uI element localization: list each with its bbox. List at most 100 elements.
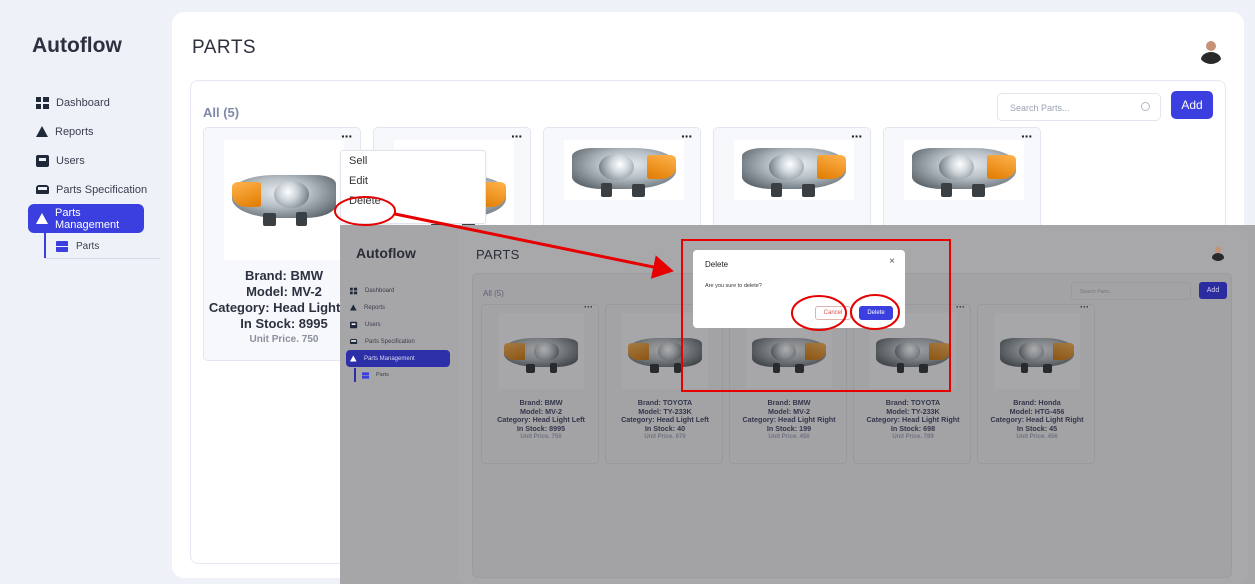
users-icon bbox=[36, 154, 49, 167]
dialog-message: Are you sure to delete? bbox=[705, 283, 762, 289]
parts-list-icon bbox=[56, 240, 68, 252]
reports-icon bbox=[36, 126, 48, 137]
part-card: ··· Brand: TOYOTA Model: TY-233K Categor… bbox=[605, 302, 724, 464]
sidebar-item-label: Parts Management bbox=[55, 206, 120, 231]
part-image bbox=[564, 140, 684, 200]
part-price: Unit Price. 456 bbox=[1016, 434, 1058, 441]
menu-item-sell[interactable]: Sell bbox=[341, 151, 485, 171]
dashboard-grid-icon bbox=[36, 96, 49, 109]
users-icon bbox=[350, 321, 358, 328]
dashboard-grid-icon bbox=[350, 287, 358, 294]
card-context-menu: Sell Edit Delete bbox=[340, 150, 486, 224]
part-price: Unit Price. 670 bbox=[644, 434, 686, 441]
filter-all-tab[interactable]: All (5) bbox=[203, 105, 239, 120]
add-button[interactable]: Add bbox=[1171, 91, 1213, 119]
search-input[interactable]: Search Parts... bbox=[1071, 282, 1191, 300]
sidebar-item-label: Users bbox=[56, 154, 85, 167]
bus-icon bbox=[36, 185, 49, 194]
sidebar-item-label: Users bbox=[365, 321, 381, 328]
headlight-image bbox=[572, 144, 676, 200]
sidebar-item-label: Dashboard bbox=[56, 96, 110, 109]
brand-logo: Autoflow bbox=[32, 34, 122, 57]
part-stock: In Stock: 45 bbox=[1016, 423, 1058, 433]
headlight-image bbox=[912, 144, 1016, 200]
sidebar-item-label: Reports bbox=[364, 304, 386, 311]
part-card: ··· Brand: Honda Model: HTG-456 Category… bbox=[977, 302, 1096, 464]
menu-item-delete[interactable]: Delete bbox=[341, 191, 485, 211]
part-details: Brand: TOYOTA Model: TY-233K Category: H… bbox=[854, 398, 972, 442]
sidebar-item-parts-specification[interactable]: Parts Specification bbox=[350, 333, 458, 350]
sidebar-item-label: Parts Specification bbox=[56, 183, 148, 196]
avatar[interactable] bbox=[1198, 38, 1224, 64]
part-details: Brand: Honda Model: HTG-456 Category: He… bbox=[978, 398, 1096, 442]
part-image bbox=[734, 140, 854, 200]
more-menu-icon[interactable]: ··· bbox=[956, 302, 965, 312]
part-image bbox=[904, 140, 1024, 200]
sidebar-item-users[interactable]: Users bbox=[36, 146, 166, 175]
headlight-image bbox=[876, 335, 950, 375]
overlay-sidebar: Autoflow Dashboard Reports Users Parts S… bbox=[340, 225, 458, 584]
part-card: ··· Brand: BMW Model: MV-2 Category: Hea… bbox=[203, 127, 361, 361]
confirm-delete-button[interactable]: Delete bbox=[859, 306, 893, 320]
sidebar-subitem-parts[interactable]: Parts bbox=[354, 368, 440, 382]
sidebar: Autoflow Dashboard Reports Users Parts S… bbox=[0, 0, 172, 584]
part-details: Brand: BMW Model: MV-2 Category: Head Li… bbox=[730, 398, 848, 442]
part-image bbox=[994, 313, 1080, 389]
part-card: ··· Brand: BMW Model: MV-2 Category: Hea… bbox=[729, 302, 848, 464]
sidebar-item-label: Parts Specification bbox=[365, 338, 415, 345]
sidebar-subitem-label: Parts bbox=[76, 240, 100, 252]
headlight-image bbox=[504, 335, 578, 375]
headlight-image bbox=[752, 335, 826, 375]
divider bbox=[44, 258, 160, 259]
parts-list-icon bbox=[362, 371, 370, 379]
parts-management-icon bbox=[36, 213, 48, 224]
page-title: PARTS bbox=[192, 37, 257, 58]
menu-item-edit[interactable]: Edit bbox=[341, 171, 485, 191]
parts-management-icon bbox=[350, 355, 357, 362]
sidebar-item-users[interactable]: Users bbox=[350, 316, 458, 333]
sidebar-subitem-label: Parts bbox=[376, 372, 389, 378]
more-menu-icon[interactable]: ··· bbox=[584, 302, 593, 312]
bus-icon bbox=[350, 339, 358, 344]
add-button[interactable]: Add bbox=[1199, 282, 1227, 299]
headlight-image bbox=[1000, 335, 1074, 375]
sidebar-item-label: Dashboard bbox=[365, 287, 395, 294]
sidebar-subitem-parts[interactable]: Parts bbox=[44, 233, 162, 259]
sidebar-item-parts-specification[interactable]: Parts Specification bbox=[36, 175, 166, 204]
sidebar-item-dashboard[interactable]: Dashboard bbox=[36, 88, 166, 117]
part-details: Brand: TOYOTA Model: TY-233K Category: H… bbox=[606, 398, 724, 442]
part-image bbox=[498, 313, 584, 389]
part-stock: In Stock: 8995 bbox=[516, 423, 566, 433]
headlight-image bbox=[628, 335, 702, 375]
close-icon[interactable]: × bbox=[889, 256, 895, 267]
part-stock: In Stock: 40 bbox=[644, 423, 686, 433]
part-details: Brand: BMW Model: MV-2 Category: Head Li… bbox=[482, 398, 600, 442]
sidebar-item-label: Parts Management bbox=[364, 355, 415, 362]
search-icon bbox=[1141, 102, 1150, 111]
reports-icon bbox=[350, 304, 357, 311]
part-stock: In Stock: 698 bbox=[890, 423, 936, 433]
search-input[interactable]: Search Parts... bbox=[997, 93, 1161, 121]
cancel-button[interactable]: Cancel bbox=[815, 306, 851, 320]
search-placeholder: Search Parts... bbox=[1010, 103, 1070, 113]
sidebar-nav: Dashboard Reports Users Parts Specificat… bbox=[28, 88, 166, 233]
sidebar-item-reports[interactable]: Reports bbox=[36, 117, 166, 146]
more-menu-icon[interactable]: ··· bbox=[1080, 302, 1089, 312]
avatar[interactable] bbox=[1210, 245, 1226, 261]
sidebar-item-parts-management[interactable]: Parts Management bbox=[28, 204, 144, 233]
part-price: Unit Price. 750 bbox=[520, 434, 562, 441]
sidebar-item-label: Reports bbox=[55, 125, 94, 138]
part-price: Unit Price. 789 bbox=[892, 434, 934, 441]
sidebar-item-reports[interactable]: Reports bbox=[350, 299, 458, 316]
sidebar-item-parts-management[interactable]: Parts Management bbox=[346, 350, 450, 367]
dialog-title: Delete bbox=[705, 260, 729, 269]
headlight-image bbox=[232, 170, 336, 230]
part-card: ··· Brand: BMW Model: MV-2 Category: Hea… bbox=[481, 302, 600, 464]
part-price: Unit Price. 450 bbox=[768, 434, 810, 441]
filter-all-tab[interactable]: All (5) bbox=[483, 289, 504, 298]
sidebar-nav: Dashboard Reports Users Parts Specificat… bbox=[346, 282, 458, 367]
brand-logo: Autoflow bbox=[356, 245, 416, 261]
sidebar-item-dashboard[interactable]: Dashboard bbox=[350, 282, 458, 299]
part-image bbox=[224, 140, 344, 260]
page-title: PARTS bbox=[476, 247, 520, 262]
